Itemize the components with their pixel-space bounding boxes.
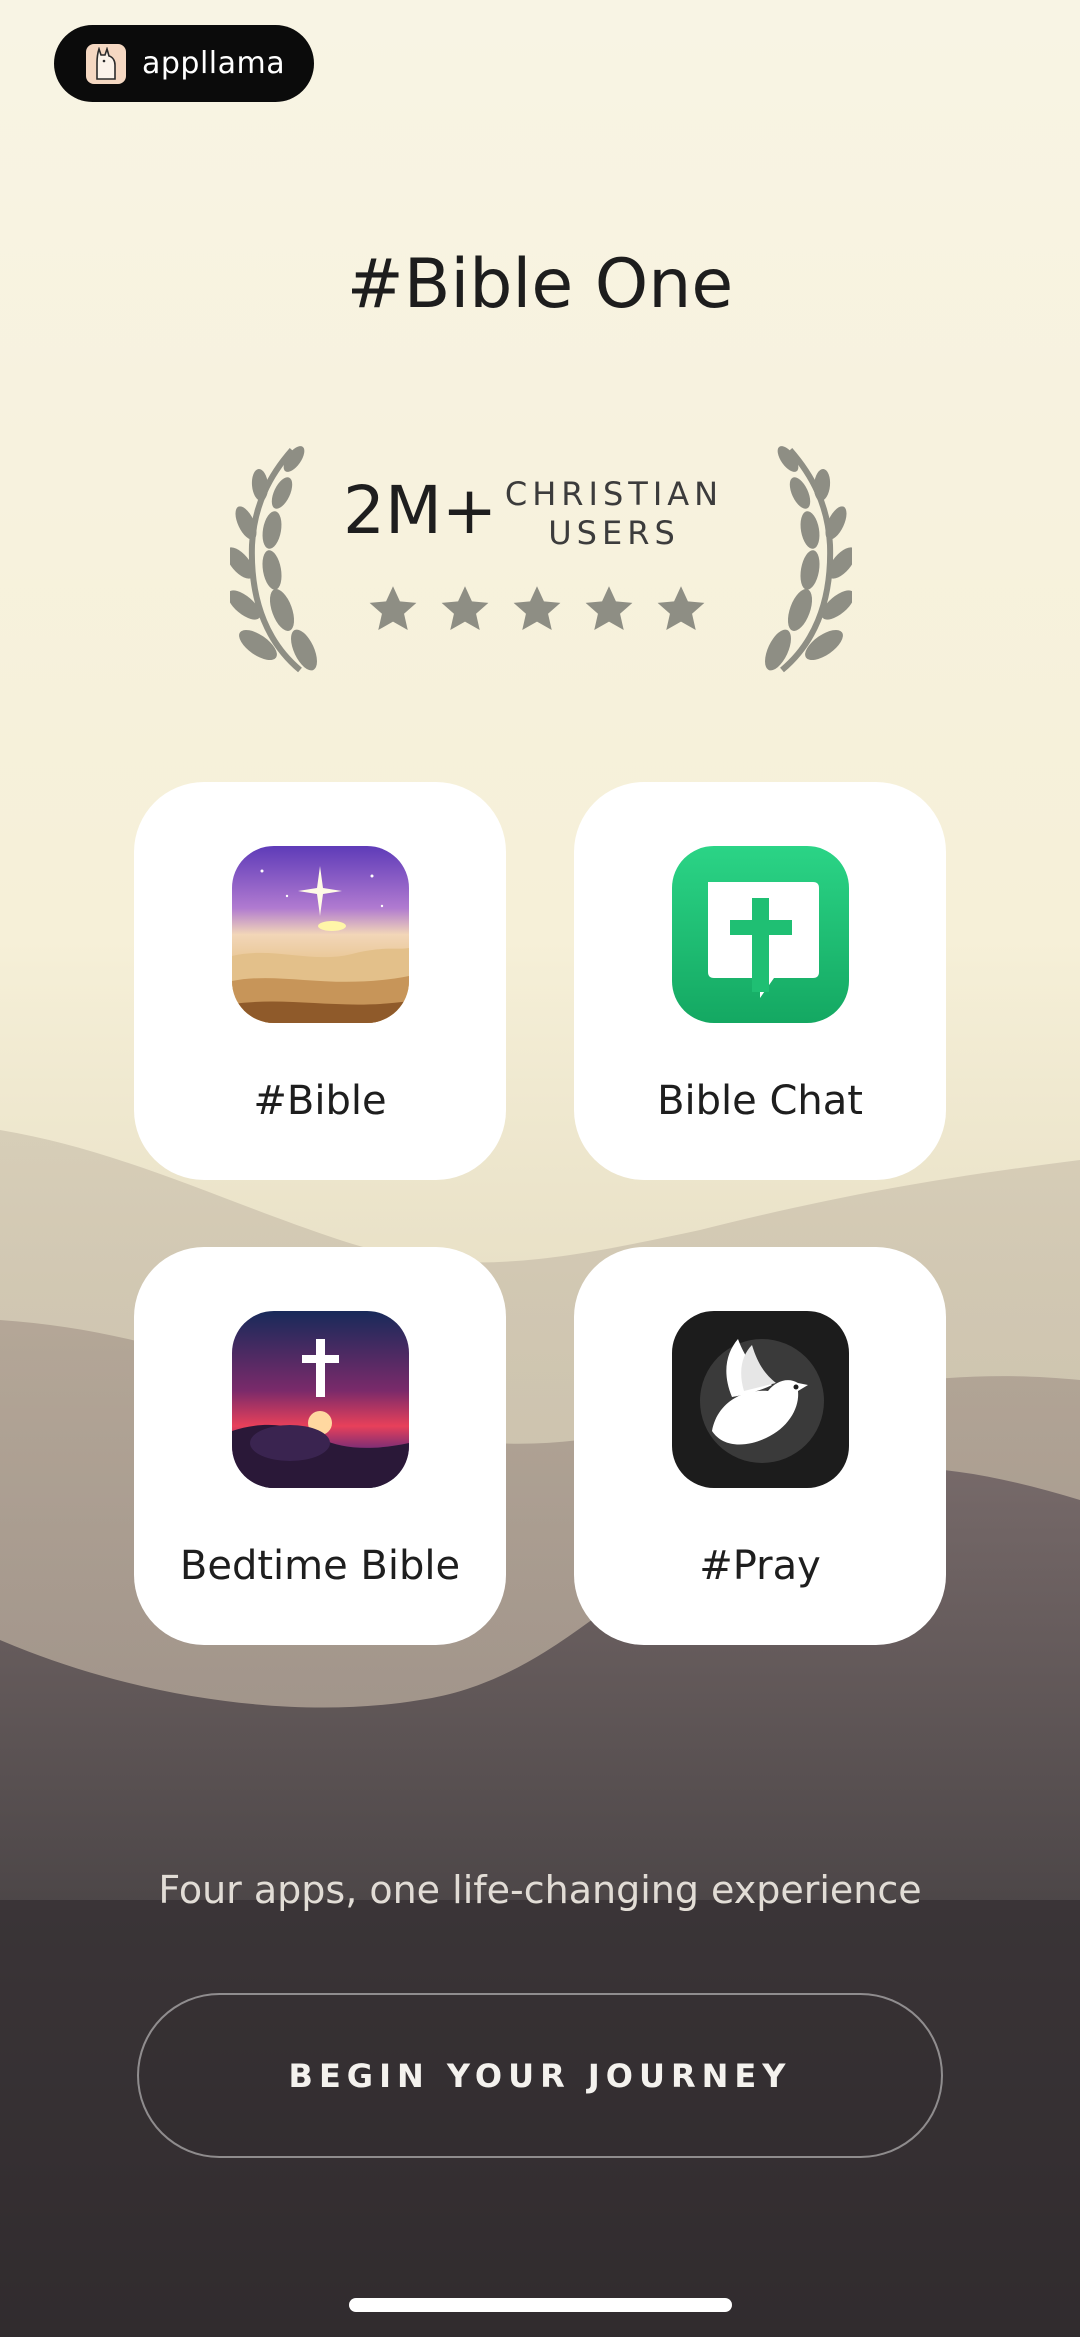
star-icon <box>369 586 417 631</box>
brand-name: appllama <box>142 46 286 81</box>
chat-cross-icon <box>672 846 849 1023</box>
user-count-label-line2: USERS <box>548 514 680 552</box>
star-icon <box>441 586 489 631</box>
star-icon <box>585 586 633 631</box>
begin-journey-button[interactable]: BEGIN YOUR JOURNEY <box>137 1993 943 2158</box>
sunset-star-icon <box>232 846 409 1023</box>
user-count: 2M+ <box>343 472 498 549</box>
home-indicator[interactable] <box>349 2298 732 2312</box>
app-name-bible-chat: Bible Chat <box>657 1078 863 1124</box>
user-count-label: CHRISTIAN USERS <box>494 475 734 553</box>
laurel-right-icon <box>765 446 852 673</box>
app-card-bible[interactable]: #Bible <box>134 782 506 1180</box>
app-name-bible: #Bible <box>253 1078 387 1124</box>
laurel-left-icon <box>230 446 317 673</box>
appllama-badge[interactable]: appllama <box>54 25 314 102</box>
tagline: Four apps, one life-changing experience <box>158 1868 922 1912</box>
star-icon <box>657 586 705 631</box>
mountain-background <box>0 0 1080 2337</box>
app-name-pray: #Pray <box>699 1543 821 1589</box>
night-cross-icon <box>232 1311 409 1488</box>
app-name-bedtime-bible: Bedtime Bible <box>179 1543 461 1589</box>
begin-journey-label: BEGIN YOUR JOURNEY <box>288 2056 792 2095</box>
star-icon <box>513 586 561 631</box>
llama-logo-icon <box>86 43 126 84</box>
app-card-bedtime-bible[interactable]: Bedtime Bible <box>134 1247 506 1645</box>
rating-stars <box>367 583 707 635</box>
app-card-bible-chat[interactable]: Bible Chat <box>574 782 946 1180</box>
user-count-label-line1: CHRISTIAN <box>504 475 724 513</box>
page-title: #Bible One <box>346 245 734 324</box>
app-card-pray[interactable]: #Pray <box>574 1247 946 1645</box>
dove-icon <box>672 1311 849 1488</box>
